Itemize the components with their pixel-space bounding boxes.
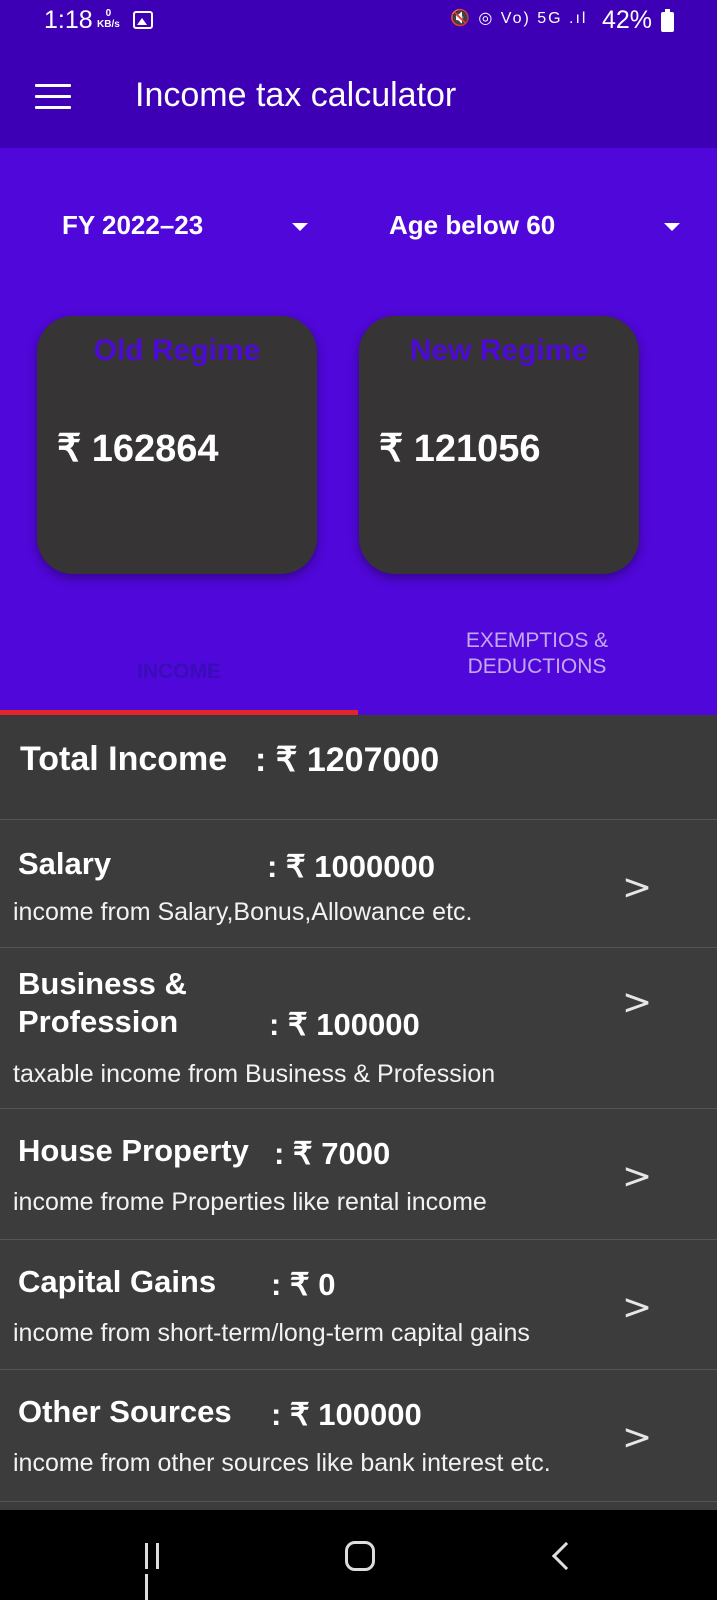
item-description: income from Salary,Bonus,Allowance etc. [13, 898, 473, 926]
item-description: income from short-term/long-term capital… [13, 1319, 530, 1347]
chevron-right-icon: > [622, 1287, 653, 1328]
item-description: income frome Properties like rental inco… [13, 1188, 487, 1216]
back-icon[interactable] [551, 1541, 581, 1571]
status-bar: 1:18 0 KB/s 🔇 ◎ Vo) 5G .ıl 42% [0, 0, 717, 46]
item-value: : ₹ 100000 [271, 1397, 422, 1432]
age-dropdown-label: Age below 60 [389, 210, 556, 240]
fy-dropdown[interactable]: FY 2022–23 [62, 206, 312, 246]
item-label: House Property [18, 1133, 249, 1168]
list-item-salary[interactable]: Salary : ₹ 1000000 income from Salary,Bo… [0, 821, 717, 948]
item-label: Other Sources [18, 1394, 232, 1429]
system-nav-bar [0, 1510, 717, 1600]
tab-exemptions-deductions[interactable]: EXEMPTIOS & DEDUCTIONS [358, 628, 716, 715]
item-label: Salary [18, 846, 112, 881]
list-bottom [0, 1502, 717, 1510]
fy-dropdown-label: FY 2022–23 [62, 210, 204, 240]
chevron-down-icon [292, 223, 308, 231]
list-item-business-profession[interactable]: Business & Profession : ₹ 100000 taxable… [0, 949, 717, 1109]
battery-percent: 42% [602, 6, 653, 34]
total-income-row: Total Income : ₹ 1207000 [0, 715, 717, 820]
total-income-label: Total Income [20, 740, 228, 778]
item-label: Capital Gains [18, 1264, 217, 1299]
gallery-notification-icon [133, 11, 153, 29]
item-description: income from other sources like bank inte… [13, 1449, 551, 1477]
item-value: : ₹ 0 [271, 1267, 336, 1302]
app-bar: Income tax calculator [0, 46, 717, 148]
new-regime-card[interactable]: New Regime ₹ 121056 [359, 316, 639, 574]
chevron-right-icon: > [622, 1417, 653, 1458]
battery-icon [661, 9, 674, 32]
total-income-value: : ₹ 1207000 [255, 741, 440, 779]
network-speed: 0 KB/s [97, 8, 120, 30]
new-regime-title: New Regime [409, 334, 589, 367]
chevron-down-icon [664, 223, 680, 231]
list-item-house-property[interactable]: House Property : ₹ 7000 income frome Pro… [0, 1110, 717, 1240]
age-dropdown[interactable]: Age below 60 [389, 206, 684, 246]
network-speed-value: 0 [105, 8, 112, 19]
tab-income[interactable]: INCOME [0, 628, 358, 715]
chevron-right-icon: > [622, 982, 653, 1023]
page-title: Income tax calculator [135, 76, 457, 114]
tab-exemptions-line2: DEDUCTIONS [467, 655, 607, 678]
tab-exemptions-label: EXEMPTIOS & DEDUCTIONS [358, 628, 716, 680]
header-area: FY 2022–23 Age below 60 Old Regime ₹ 162… [0, 148, 717, 715]
item-label: Business & Profession [18, 965, 187, 1041]
item-description: taxable income from Business & Professio… [13, 1060, 496, 1088]
home-icon[interactable] [345, 1541, 375, 1571]
item-label-line2: Profession [18, 1004, 179, 1039]
tab-exemptions-line1: EXEMPTIOS & [465, 629, 609, 652]
chevron-right-icon: > [622, 867, 653, 908]
item-value: : ₹ 100000 [269, 1007, 420, 1042]
chevron-right-icon: > [622, 1156, 653, 1197]
status-time: 1:18 [44, 6, 93, 34]
list-item-other-sources[interactable]: Other Sources : ₹ 100000 income from oth… [0, 1371, 717, 1502]
new-regime-amount: ₹ 121056 [379, 428, 541, 470]
list-item-capital-gains[interactable]: Capital Gains : ₹ 0 income from short-te… [0, 1241, 717, 1370]
recent-apps-icon[interactable] [145, 1543, 175, 1600]
hamburger-icon[interactable] [35, 84, 71, 110]
item-label-line1: Business & [18, 966, 187, 1001]
old-regime-amount: ₹ 162864 [57, 428, 219, 470]
item-value: : ₹ 1000000 [267, 849, 435, 884]
item-value: : ₹ 7000 [274, 1136, 391, 1171]
signal-icons: 🔇 ◎ Vo) 5G .ıl [450, 10, 588, 27]
network-speed-unit: KB/s [97, 19, 120, 30]
old-regime-title: Old Regime [93, 334, 261, 367]
tab-income-label: INCOME [137, 660, 221, 683]
old-regime-card[interactable]: Old Regime ₹ 162864 [37, 316, 317, 574]
